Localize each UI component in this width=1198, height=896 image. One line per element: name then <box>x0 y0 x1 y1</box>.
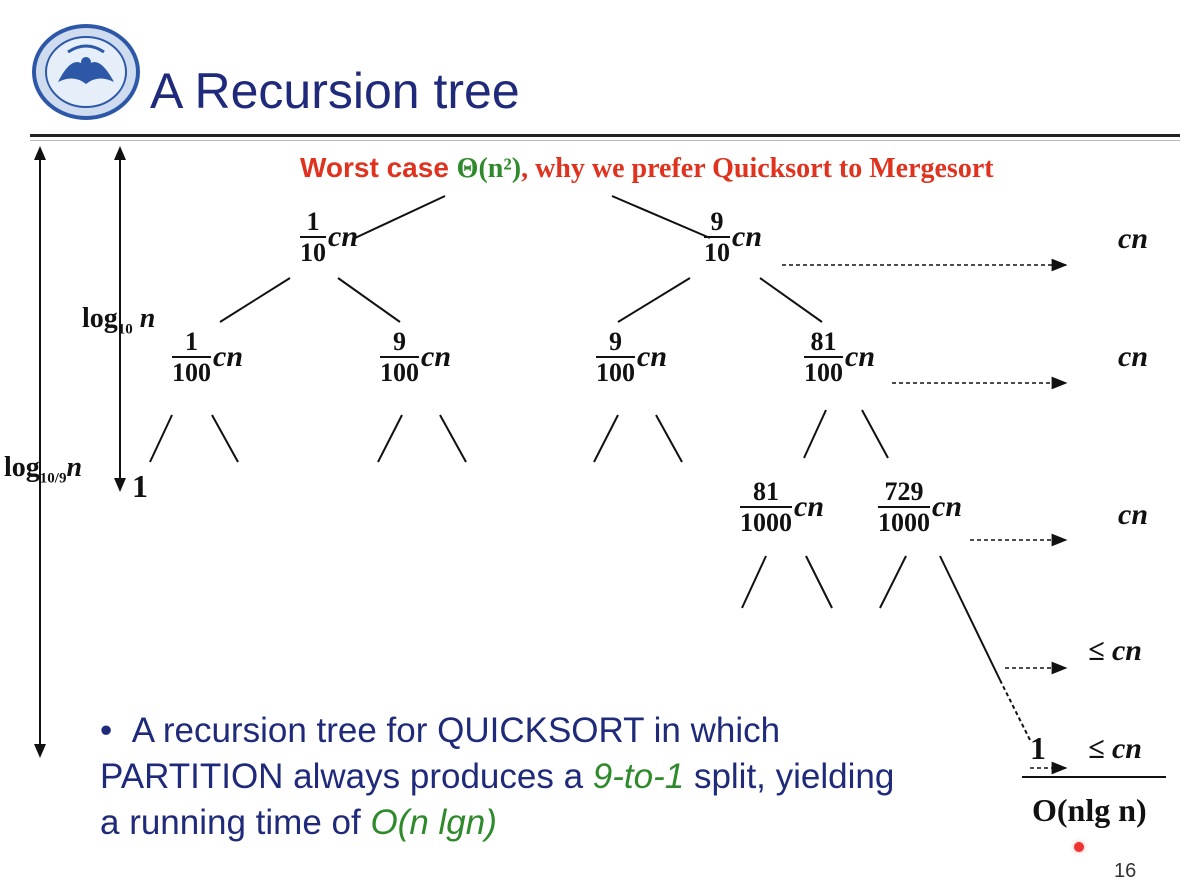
edge-c-right <box>655 414 683 463</box>
node-l3-a-num: 81 <box>753 477 779 506</box>
node-l2-a-cn: cn <box>213 340 243 373</box>
log10-9-base: log <box>4 452 40 483</box>
height-arrow-short-bottom <box>114 478 126 492</box>
edge-e-right <box>805 555 833 609</box>
page-number: 16 <box>1114 860 1137 882</box>
level-cost-3: cn <box>1118 498 1148 531</box>
height-arrow-short-top <box>114 146 126 160</box>
node-l1-left-den: 10 <box>300 238 326 267</box>
bullet-marker: • <box>100 711 132 750</box>
level-cost-2: cn <box>1118 340 1148 373</box>
edge-e-left <box>741 555 767 609</box>
node-l1-right: 9 10 cn <box>704 208 762 266</box>
log10-var: n <box>139 303 156 334</box>
node-l2-c: 9 100 cn <box>596 328 667 386</box>
edge-a-left <box>149 414 173 463</box>
height-arrow-long-bottom <box>34 744 46 758</box>
node-l2-d: 81 100 cn <box>804 328 875 386</box>
node-l3-a-cn: cn <box>794 490 824 523</box>
node-l1-left-num: 1 <box>306 207 320 236</box>
node-l1-left: 1 10 cn <box>300 208 358 266</box>
node-l1-left-cn: cn <box>328 220 358 253</box>
leaf-one-right: 1 <box>1030 730 1046 766</box>
node-l3-a-den: 1000 <box>740 508 792 537</box>
log10-9-var: n <box>66 452 83 483</box>
node-l3-b-num: 729 <box>884 477 924 506</box>
edge-b-right <box>439 414 467 463</box>
total-running-time: O(nlg n) <box>1032 792 1147 828</box>
bullet-highlight-split: 9-to-1 <box>592 757 685 796</box>
log10-sub: 10 <box>117 321 133 338</box>
node-l2-c-cn: cn <box>637 340 667 373</box>
node-l2-b-den: 100 <box>380 358 419 387</box>
node-l2-a-num: 1 <box>185 327 198 356</box>
log10-base: log <box>82 303 118 334</box>
height-label-log10-9: log10/9n <box>4 452 82 488</box>
level-cost-1: cn <box>1118 222 1148 255</box>
node-l2-b-num: 9 <box>393 327 406 356</box>
node-l2-a: 1 100 cn <box>172 328 243 386</box>
node-l1-right-den: 10 <box>704 238 730 267</box>
node-l2-c-num: 9 <box>609 327 622 356</box>
red-laser-pointer-dot <box>1074 842 1084 852</box>
level-cost-4: ≤ cn <box>1088 634 1142 667</box>
node-l2-d-den: 100 <box>804 358 843 387</box>
node-l3-b-cn: cn <box>932 490 962 523</box>
bullet-highlight-runtime: O(n lgn) <box>370 803 497 842</box>
node-l2-d-num: 81 <box>810 327 837 356</box>
height-label-log10: log10 n <box>82 303 155 339</box>
leaf-one-left: 1 <box>132 468 148 504</box>
edge-f-left <box>879 555 907 609</box>
edge-l1right-c <box>617 277 691 323</box>
edge-d-right <box>861 409 889 459</box>
log10-9-sub: 10/9 <box>39 470 67 487</box>
edge-l1left-b <box>337 277 401 323</box>
node-l2-a-den: 100 <box>172 358 211 387</box>
edge-f-right <box>939 555 1001 681</box>
node-l2-b: 9 100 cn <box>380 328 451 386</box>
node-l1-right-cn: cn <box>732 220 762 253</box>
edge-f-right-lower <box>999 679 1031 741</box>
edge-l1left-a <box>219 277 291 323</box>
edge-b-left <box>377 414 403 463</box>
node-l2-d-cn: cn <box>845 340 875 373</box>
edge-root-right <box>611 195 711 239</box>
node-l1-right-num: 9 <box>710 207 724 236</box>
node-l3-b: 729 1000 cn <box>878 478 962 536</box>
node-l3-a: 81 1000 cn <box>740 478 824 536</box>
node-l2-c-den: 100 <box>596 358 635 387</box>
edge-d-left <box>803 409 827 459</box>
edge-l1right-d <box>759 277 823 323</box>
height-arrow-long-top <box>34 146 46 160</box>
level-cost-5: ≤ cn <box>1088 732 1142 765</box>
edge-root-left <box>354 195 446 239</box>
node-l2-b-cn: cn <box>421 340 451 373</box>
edge-a-right <box>211 414 239 463</box>
edge-c-left <box>593 414 619 463</box>
bullet-point: • A recursion tree for QUICKSORT in whic… <box>100 708 920 846</box>
node-l3-b-den: 1000 <box>878 508 930 537</box>
